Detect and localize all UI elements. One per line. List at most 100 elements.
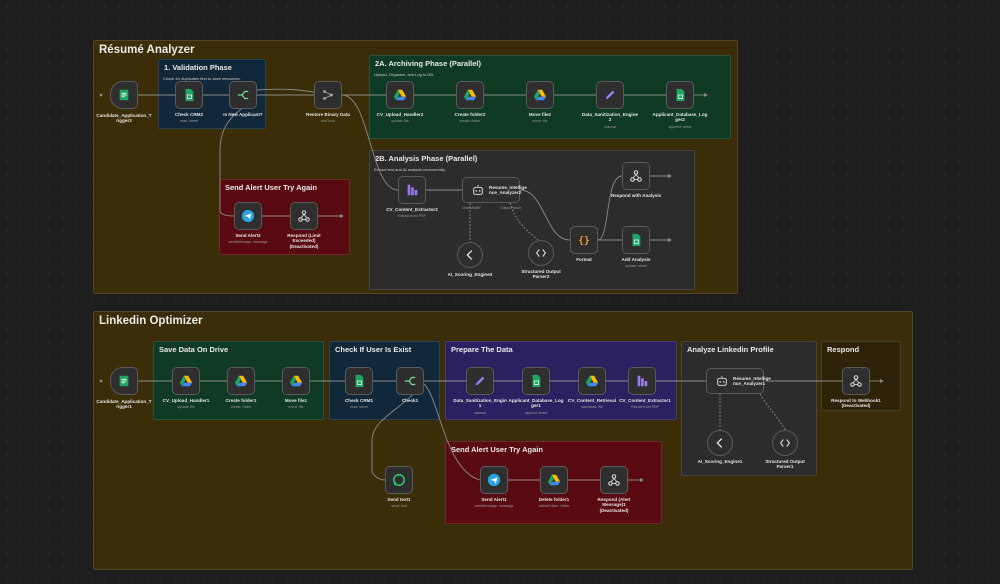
respond-limit-exceeded-node[interactable] (290, 202, 318, 230)
extract-icon (405, 183, 419, 197)
section-title: 2A. Archiving Phase (Parallel) (375, 59, 482, 68)
node-subtitle: manual (474, 411, 486, 415)
workflow-title: Linkedin Optimizer (99, 315, 203, 327)
drive-icon (585, 374, 599, 388)
node-label: CV_Content_Extractor2 (386, 207, 438, 212)
check1-node[interactable] (396, 367, 424, 395)
node-subtitle: deleteFolder: folder (538, 504, 570, 508)
node-subtitle: sendMessage: message (474, 504, 514, 508)
sheets-icon (182, 88, 196, 102)
sheets-icon (629, 233, 643, 247)
section-title: Send Alert User Try Again (451, 445, 543, 454)
create-folder1-node[interactable] (227, 367, 255, 395)
respond-alert-message1-node[interactable] (600, 466, 628, 494)
chat-model-port-label: Chat Model* (462, 206, 481, 210)
section-title: Respond (827, 345, 860, 354)
node-subtitle: upload: file (177, 405, 195, 409)
respond-with-analysis-node[interactable] (622, 162, 650, 190)
check-crm1-node[interactable] (345, 367, 373, 395)
section-title: Send Alert User Try Again (225, 183, 317, 192)
add-analysis-node[interactable] (622, 226, 650, 254)
check-crm2-node[interactable] (175, 81, 203, 109)
applicant-database-logger2-node[interactable] (666, 81, 694, 109)
section-subtitle: Check for duplicates first to save resou… (163, 76, 241, 81)
create-folder2-node[interactable] (456, 81, 484, 109)
format-node[interactable]: {} (570, 226, 598, 254)
node-subtitle: sendMessage: message (228, 240, 268, 244)
move-file2-node[interactable] (526, 81, 554, 109)
node-subtitle: append: sheet (524, 411, 548, 415)
section-title: Save Data On Drive (159, 345, 229, 354)
node-label: Send Alert1 (481, 497, 507, 502)
applicant-database-logger1-node[interactable] (522, 367, 550, 395)
node-subtitle: create: folder (459, 119, 481, 123)
node-subtitle: upload: file (391, 119, 409, 123)
send-text1-node[interactable] (385, 466, 413, 494)
data-sanitization-engine1-node[interactable] (466, 367, 494, 395)
structured-output-parser2-node[interactable] (528, 240, 554, 266)
merge-icon (321, 88, 335, 102)
robot-icon (715, 374, 729, 388)
node-label: AI_Scoring_Engine1 (697, 459, 743, 464)
candidate-application-trigger2-node[interactable] (110, 81, 138, 109)
is-new-applicant-node[interactable] (229, 81, 257, 109)
node-label: Create folder2 (454, 112, 486, 117)
node-label: Delete folder1 (538, 497, 570, 502)
node-label: CV_Upload_Handler2 (376, 112, 424, 117)
node-label: CV_Content_Extractor1 (619, 398, 671, 403)
ai-scoring-engine1-node[interactable] (707, 430, 733, 456)
drive-icon (547, 473, 561, 487)
node-subtitle: update: sheet (625, 264, 647, 268)
webhook-icon (849, 374, 863, 388)
move-file1-node[interactable] (282, 367, 310, 395)
cv-content-extractor2-node[interactable] (398, 176, 426, 204)
ai-icon (713, 436, 727, 450)
node-label: Applicant_Database_Log ger2 (652, 112, 708, 123)
node-subtitle: runOnce (321, 119, 335, 123)
cv-content-extractor1-node[interactable] (628, 367, 656, 395)
node-label: Data_Sanitization_Engine 2 (581, 112, 639, 123)
webhook-icon (629, 169, 643, 183)
structured-output-parser1-node[interactable] (772, 430, 798, 456)
drive-icon (289, 374, 303, 388)
cv-upload-handler2-node[interactable] (386, 81, 414, 109)
webhook-icon (607, 473, 621, 487)
drive-icon (179, 374, 193, 388)
ai-scoring-engine3-node[interactable] (457, 242, 483, 268)
cv-content-retrieval-node[interactable] (578, 367, 606, 395)
section-subtitle: Extract text and AI analysis concurrentl… (374, 167, 446, 172)
respond-to-webhook1-node[interactable] (842, 367, 870, 395)
send-alert1-node[interactable] (480, 466, 508, 494)
workflow-title: Résumé Analyzer (99, 44, 195, 56)
data-sanitization-engine2-node[interactable] (596, 81, 624, 109)
sheets-icon (673, 88, 687, 102)
node-label: Is New Applicant? (223, 112, 263, 117)
node-subtitle: append: sheet (668, 125, 692, 129)
send-alert2-node[interactable] (234, 202, 262, 230)
node-label: CV_Upload_Handler1 (162, 398, 210, 403)
restore-binary-data-node[interactable] (314, 81, 342, 109)
node-label: Data_Sanitization_Engin 1 (453, 398, 507, 409)
whatsapp-icon (392, 473, 406, 487)
node-subtitle: move: file (288, 405, 304, 409)
section-title: Analyze Linkedin Profile (687, 345, 774, 354)
node-label: Resume_Intellige nce_Analyzer1 (733, 375, 771, 386)
form-icon (117, 88, 131, 102)
node-subtitle: read: sheet (180, 119, 198, 123)
ai-icon (463, 248, 477, 262)
section-title: 2B. Analysis Phase (Parallel) (375, 154, 478, 163)
resume-intelligence-analyzer1-node[interactable]: Resume_Intellige nce_Analyzer1 (706, 368, 771, 394)
curly-icon: {} (577, 233, 591, 247)
node-label: Add Analysis (621, 257, 651, 262)
workflow-canvas[interactable]: Résumé Analyzer 1. Validation Phase Chec… (0, 0, 1000, 584)
node-label: Restore Binary Data (306, 112, 350, 117)
form-icon (117, 374, 131, 388)
resume-intelligence-analyzer2-node[interactable]: Resume_Intellige nce_Analyzer2 (462, 177, 527, 203)
candidate-application-trigger1-node[interactable] (110, 367, 138, 395)
node-label: Respond to Webhook1 (Deactivated) (831, 398, 881, 409)
section-title: Check If User Is Exist (335, 345, 412, 354)
node-subtitle: create: folder (230, 405, 252, 409)
delete-folder1-node[interactable] (540, 466, 568, 494)
cv-upload-handler1-node[interactable] (172, 367, 200, 395)
node-label: Move file2 (528, 112, 552, 117)
